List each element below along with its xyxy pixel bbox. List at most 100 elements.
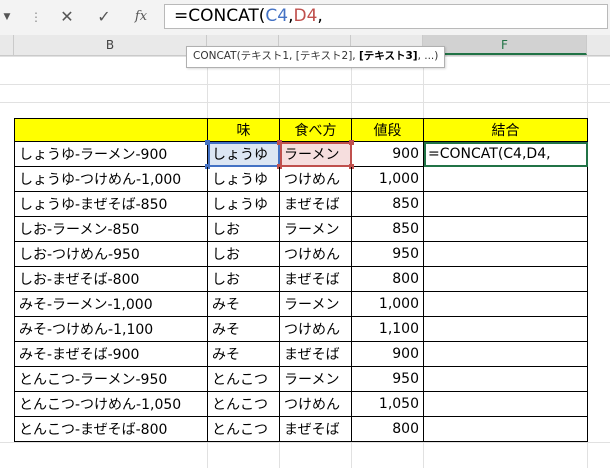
cell-b[interactable]: しお-まぜそば-800 (14, 267, 208, 292)
table-header-row: 味 食べ方 値段 結合 (0, 118, 610, 142)
cell-c[interactable]: しょうゆ (208, 192, 280, 217)
table-row: しお-ラーメン-850 しお ラーメン 850 (0, 217, 610, 242)
cell-e[interactable]: 800 (352, 267, 424, 292)
table-row: みそ-つけめん-1,100 みそ つけめん 1,100 (0, 317, 610, 342)
cell-c[interactable]: みそ (208, 342, 280, 367)
cell-d[interactable]: まぜそば (280, 267, 352, 292)
header-cell-price[interactable]: 値段 (352, 118, 424, 142)
cell-b[interactable]: しょうゆ-ラーメン-900 (14, 142, 208, 167)
cell-f[interactable] (424, 242, 588, 267)
column-header-g[interactable] (587, 35, 610, 55)
cell-b[interactable]: しょうゆ-まぜそば-850 (14, 192, 208, 217)
header-cell-taste[interactable]: 味 (208, 118, 280, 142)
ref-handle-icon[interactable] (277, 140, 282, 145)
active-cell-f[interactable]: =CONCAT(C4,D4, (424, 142, 588, 167)
tooltip-function-name[interactable]: CONCAT( (193, 50, 241, 62)
cell-b[interactable]: とんこつ-まぜそば-800 (14, 417, 208, 442)
tooltip-arg[interactable]: [テキスト2] (296, 50, 353, 62)
table-row: しお-つけめん-950 しお つけめん 950 (0, 242, 610, 267)
cell-e[interactable]: 1,050 (352, 392, 424, 417)
tooltip-separator: , (352, 50, 359, 62)
cell-c-referenced[interactable]: しょうゆ (208, 142, 280, 167)
cell-d[interactable]: ラーメン (280, 217, 352, 242)
cell-e[interactable]: 900 (352, 342, 424, 367)
cell-c[interactable]: しお (208, 217, 280, 242)
cell-b[interactable]: とんこつ-つけめん-1,050 (14, 392, 208, 417)
cell-b[interactable]: しお-つけめん-950 (14, 242, 208, 267)
column-header-a[interactable] (0, 35, 14, 55)
cell-c[interactable]: しお (208, 267, 280, 292)
cell-d[interactable]: まぜそば (280, 417, 352, 442)
cell-f[interactable] (424, 192, 588, 217)
cell-f[interactable] (424, 167, 588, 192)
cell-d[interactable]: まぜそば (280, 192, 352, 217)
cell-c[interactable]: みそ (208, 317, 280, 342)
cell-d[interactable]: ラーメン (280, 367, 352, 392)
ref-handle-icon[interactable] (349, 140, 354, 145)
cell-d[interactable]: つけめん (280, 392, 352, 417)
cell-d-referenced[interactable]: ラーメン (280, 142, 352, 167)
formula-ref-c4: C4 (265, 6, 289, 26)
cell-e[interactable]: 900 (352, 142, 424, 167)
formula-input[interactable]: =CONCAT(C4,D4, (164, 4, 608, 29)
header-cell-b[interactable] (14, 118, 208, 142)
cell-d[interactable]: つけめん (280, 167, 352, 192)
table-row: しお-まぜそば-800 しお まぜそば 800 (0, 267, 610, 292)
tooltip-arg[interactable]: テキスト1 (241, 50, 289, 62)
spreadsheet-grid[interactable]: 味 食べ方 値段 結合 しょうゆ-ラーメン-900 しょうゆ ラーメン 900 … (0, 56, 610, 468)
cell-c[interactable]: とんこつ (208, 367, 280, 392)
formula-ref-d4: D4 (293, 6, 318, 26)
enter-button[interactable]: ✓ (93, 7, 115, 27)
cell-e[interactable]: 1,000 (352, 167, 424, 192)
cell-e[interactable]: 1,100 (352, 317, 424, 342)
cell-b[interactable]: みそ-ラーメン-1,000 (14, 292, 208, 317)
table-row: しょうゆ-ラーメン-900 しょうゆ ラーメン 900 =CONCAT(C4,D… (0, 142, 610, 167)
cell-c[interactable]: しお (208, 242, 280, 267)
cell-f[interactable] (424, 392, 588, 417)
cell-d[interactable]: ラーメン (280, 292, 352, 317)
cell-c[interactable]: しょうゆ (208, 167, 280, 192)
cell-b[interactable]: しお-ラーメン-850 (14, 217, 208, 242)
cell-e[interactable]: 1,000 (352, 292, 424, 317)
table-row: みそ-ラーメン-1,000 みそ ラーメン 1,000 (0, 292, 610, 317)
cell-f[interactable] (424, 417, 588, 442)
cell-f[interactable] (424, 267, 588, 292)
cell-b[interactable]: とんこつ-ラーメン-950 (14, 367, 208, 392)
cell-f[interactable] (424, 342, 588, 367)
cell-e[interactable]: 850 (352, 217, 424, 242)
header-cell-combined[interactable]: 結合 (424, 118, 588, 142)
table-row: とんこつ-まぜそば-800 とんこつ まぜそば 800 (0, 417, 610, 442)
cancel-button[interactable]: ✕ (56, 7, 78, 27)
tooltip-separator: , (289, 50, 296, 62)
cell-e[interactable]: 950 (352, 242, 424, 267)
column-header-b[interactable]: B (14, 35, 207, 55)
cell-e[interactable]: 800 (352, 417, 424, 442)
cell-f[interactable] (424, 317, 588, 342)
cell-f[interactable] (424, 367, 588, 392)
name-box-dropdown-icon[interactable]: ▼ (0, 6, 14, 28)
cell-c[interactable]: とんこつ (208, 392, 280, 417)
cell-d[interactable]: つけめん (280, 317, 352, 342)
cell-d[interactable]: つけめん (280, 242, 352, 267)
formula-comma: , (317, 6, 323, 26)
cell-c[interactable]: みそ (208, 292, 280, 317)
table-row: しょうゆ-つけめん-1,000 しょうゆ つけめん 1,000 (0, 167, 610, 192)
cell-e[interactable]: 950 (352, 367, 424, 392)
function-argument-tooltip[interactable]: CONCAT(テキスト1, [テキスト2], [テキスト3], ...) (186, 46, 446, 68)
insert-function-button[interactable]: fx (130, 7, 152, 27)
header-cell-style[interactable]: 食べ方 (280, 118, 352, 142)
cell-b[interactable]: みそ-つけめん-1,100 (14, 317, 208, 342)
tooltip-ellipsis: , ...) (417, 50, 439, 62)
tooltip-arg-current[interactable]: [テキスト3] (359, 50, 418, 62)
column-header-f[interactable]: F (423, 35, 587, 55)
cell-d[interactable]: まぜそば (280, 342, 352, 367)
ref-handle-icon[interactable] (205, 140, 210, 145)
cell-c[interactable]: とんこつ (208, 417, 280, 442)
cell-b[interactable]: しょうゆ-つけめん-1,000 (14, 167, 208, 192)
cell-f[interactable] (424, 217, 588, 242)
cell-b[interactable]: みそ-まぜそば-900 (14, 342, 208, 367)
formula-bar-grip-icon[interactable]: ⋮ (30, 7, 42, 27)
cell-f[interactable] (424, 292, 588, 317)
cell-e[interactable]: 850 (352, 192, 424, 217)
table-row: とんこつ-つけめん-1,050 とんこつ つけめん 1,050 (0, 392, 610, 417)
